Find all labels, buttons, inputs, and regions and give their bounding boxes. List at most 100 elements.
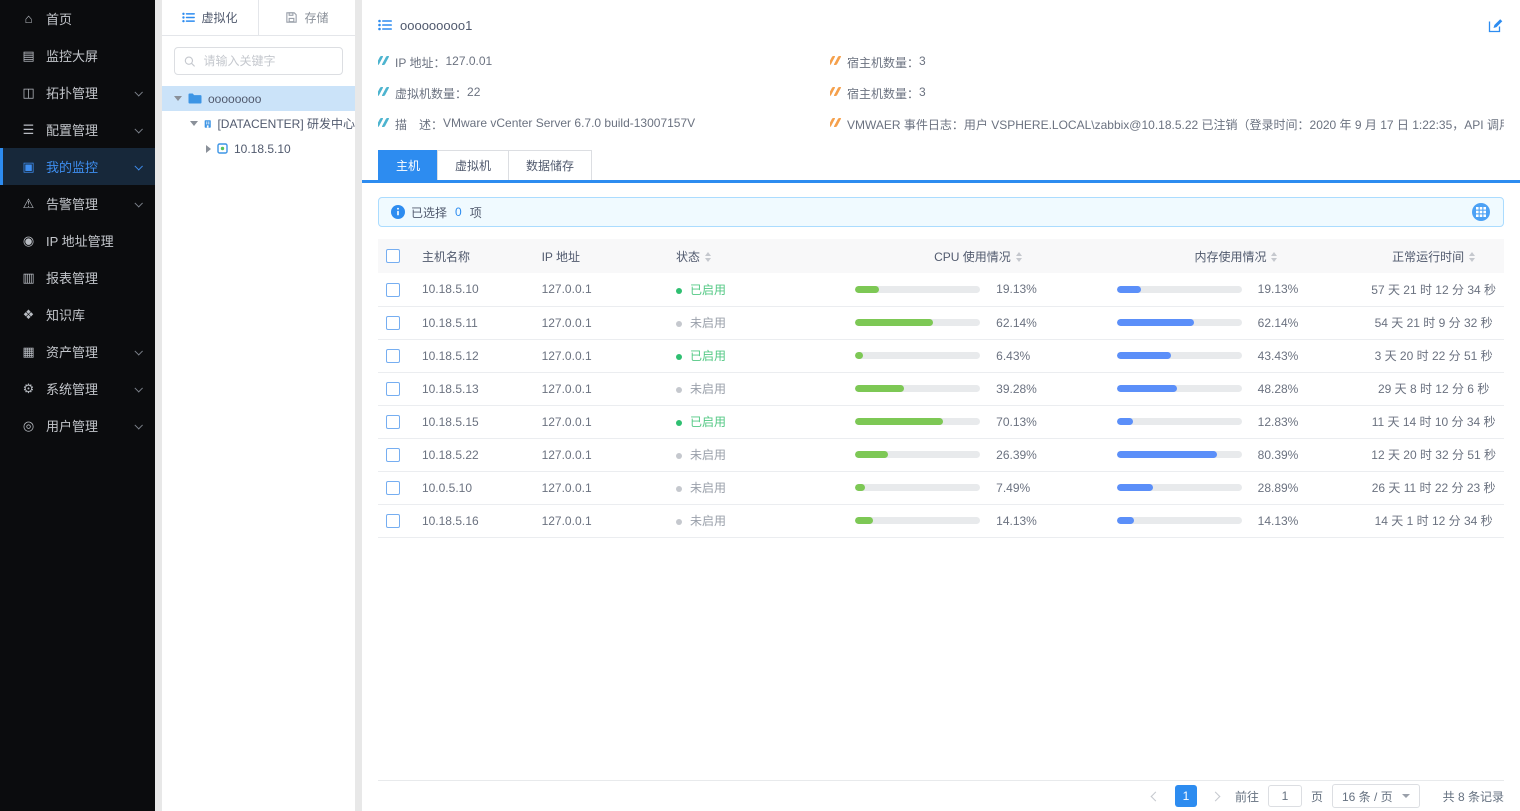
search-input[interactable] <box>201 53 333 69</box>
memory-cell: 19.13% <box>1108 273 1364 307</box>
tab-virtual-machines[interactable]: 虚拟机 <box>437 150 510 180</box>
table-row: 10.18.5.16 127.0.0.1 未启用 14.13% 14.13% 1… <box>378 504 1504 538</box>
host-name: 10.0.5.10 <box>413 471 534 505</box>
info-label: 宿主机数量： <box>847 56 920 70</box>
hosts-table: 主机名称 IP 地址 状态 CPU 使用情况 内存使用情况 正常运行时间 10.… <box>378 239 1504 538</box>
home-icon: ⌂ <box>24 11 33 26</box>
tab-hosts[interactable]: 主机 <box>378 150 439 180</box>
resource-tree-panel: 虚拟化 存储 oooooooo [DATACENTER] 研发中心 <box>162 0 355 811</box>
folder-icon <box>188 93 202 104</box>
tab-storage[interactable]: 存储 <box>258 0 355 35</box>
host-name: 10.18.5.22 <box>413 438 534 472</box>
uptime-cell: 54 天 21 时 9 分 32 秒 <box>1363 306 1504 340</box>
page-size-select[interactable]: 16 条 / 页 <box>1331 784 1420 808</box>
info-value: 3 <box>919 85 926 99</box>
edit-button[interactable] <box>1487 17 1504 34</box>
status-dot-icon <box>676 320 683 327</box>
sidebar-item-config[interactable]: ☰ 配置管理 <box>0 111 155 148</box>
host-name: 10.18.5.11 <box>413 306 534 340</box>
sidebar-item-knowledge[interactable]: ❖ 知识库 <box>0 296 155 333</box>
status-dot-icon <box>676 518 683 525</box>
host-ip: 127.0.0.1 <box>533 273 669 307</box>
tree-node-host[interactable]: 10.18.5.10 <box>162 136 355 161</box>
sidebar-item-monitor-screen[interactable]: ▤ 监控大屏 <box>0 37 155 74</box>
caret-down-icon[interactable] <box>190 121 198 126</box>
tab-virtualization[interactable]: 虚拟化 <box>162 0 258 35</box>
memory-progress-bar <box>1116 517 1242 524</box>
memory-cell: 80.39% <box>1108 438 1364 472</box>
sidebar-item-user[interactable]: ◎ 用户管理 <box>0 407 155 444</box>
cpu-progress-bar <box>855 385 981 392</box>
caret-right-icon[interactable] <box>206 144 211 153</box>
table-row: 10.18.5.10 127.0.0.1 已启用 19.13% 19.13% 5… <box>378 273 1504 307</box>
tree-node-root[interactable]: oooooooo <box>162 86 355 111</box>
status-dot-icon <box>676 485 683 492</box>
prev-page-button[interactable] <box>1146 786 1166 806</box>
quote-icon <box>378 118 389 127</box>
row-checkbox[interactable] <box>386 315 400 330</box>
app-window: ⌂ 首页 ▤ 监控大屏 ◫ 拓扑管理 ☰ 配置管理 ▣ 我的监控 ⚠ 告警管理 <box>0 0 1520 811</box>
memory-cell: 28.89% <box>1108 471 1364 505</box>
report-icon: ▥ <box>22 269 35 285</box>
page-input[interactable] <box>1267 785 1302 807</box>
info-label: 虚拟机数量： <box>395 87 468 101</box>
sidebar-item-system[interactable]: ⚙ 系统管理 <box>0 370 155 407</box>
uptime-cell: 11 天 14 时 10 分 34 秒 <box>1363 405 1504 439</box>
row-checkbox[interactable] <box>386 381 400 396</box>
info-host-count: 宿主机数量： 3 <box>830 54 1504 71</box>
cpu-progress-bar <box>855 418 981 425</box>
row-checkbox[interactable] <box>386 447 400 462</box>
selected-count: 0 <box>455 205 462 219</box>
main-content: ooooooooo1 IP 地址： 127.0.01 宿主机数量： 3 虚拟机数量：… <box>362 0 1520 811</box>
next-page-button[interactable] <box>1206 786 1226 806</box>
quote-icon <box>378 56 389 65</box>
info-label: IP 地址： <box>395 56 446 70</box>
sidebar-item-alert[interactable]: ⚠ 告警管理 <box>0 185 155 222</box>
sidebar-item-asset[interactable]: ▦ 资产管理 <box>0 333 155 370</box>
row-checkbox[interactable] <box>386 348 400 363</box>
config-icon: ☰ <box>22 121 35 137</box>
column-settings-button[interactable] <box>1471 202 1491 222</box>
datacenter-icon <box>204 119 211 128</box>
row-checkbox[interactable] <box>386 282 400 297</box>
user-icon: ◎ <box>22 417 35 433</box>
info-value: 3 <box>919 54 926 68</box>
table-header-row: 主机名称 IP 地址 状态 CPU 使用情况 内存使用情况 正常运行时间 <box>378 239 1504 273</box>
memory-progress-bar <box>1116 352 1242 359</box>
sort-cpu-icon[interactable] <box>1015 252 1022 263</box>
sort-uptime-icon[interactable] <box>1469 252 1476 263</box>
cpu-progress-bar <box>855 451 981 458</box>
quote-icon <box>830 87 841 96</box>
page-number-button[interactable]: 1 <box>1174 785 1197 807</box>
caret-down-icon[interactable] <box>174 96 182 101</box>
info-host-count-2: 宿主机数量： 3 <box>830 85 1504 102</box>
sort-status-icon[interactable] <box>705 252 712 263</box>
info-value: VMware vCenter Server 6.7.0 build-130071… <box>443 116 696 130</box>
sidebar-item-my-monitoring[interactable]: ▣ 我的监控 <box>0 148 155 185</box>
quote-icon <box>830 56 841 65</box>
sidebar-item-report[interactable]: ▥ 报表管理 <box>0 259 155 296</box>
col-status: 状态 <box>668 239 847 273</box>
row-checkbox[interactable] <box>386 513 400 528</box>
chevron-down-icon <box>134 87 143 97</box>
select-all-checkbox[interactable] <box>386 249 400 264</box>
uptime-cell: 12 天 20 时 32 分 51 秒 <box>1363 438 1504 472</box>
chevron-down-icon <box>134 124 143 134</box>
row-checkbox[interactable] <box>386 480 400 495</box>
memory-progress-bar <box>1116 385 1242 392</box>
tab-datastores[interactable]: 数据储存 <box>508 150 593 180</box>
sidebar-item-home[interactable]: ⌂ 首页 <box>0 0 155 37</box>
memory-cell: 12.83% <box>1108 405 1364 439</box>
info-value: 127.0.01 <box>445 54 493 68</box>
uptime-cell: 29 天 8 时 12 分 6 秒 <box>1363 372 1504 406</box>
sidebar-item-ip-management[interactable]: ◉ IP 地址管理 <box>0 222 155 259</box>
quote-icon <box>378 87 389 96</box>
row-checkbox[interactable] <box>386 414 400 429</box>
sort-memory-icon[interactable] <box>1271 252 1278 263</box>
tree-node-datacenter[interactable]: [DATACENTER] 研发中心 <box>162 111 355 136</box>
info-label: 描 述： <box>395 118 444 132</box>
chevron-down-icon <box>134 161 143 171</box>
host-ip: 127.0.0.1 <box>533 471 669 505</box>
cpu-progress-bar <box>855 319 981 326</box>
sidebar-item-topology[interactable]: ◫ 拓扑管理 <box>0 74 155 111</box>
